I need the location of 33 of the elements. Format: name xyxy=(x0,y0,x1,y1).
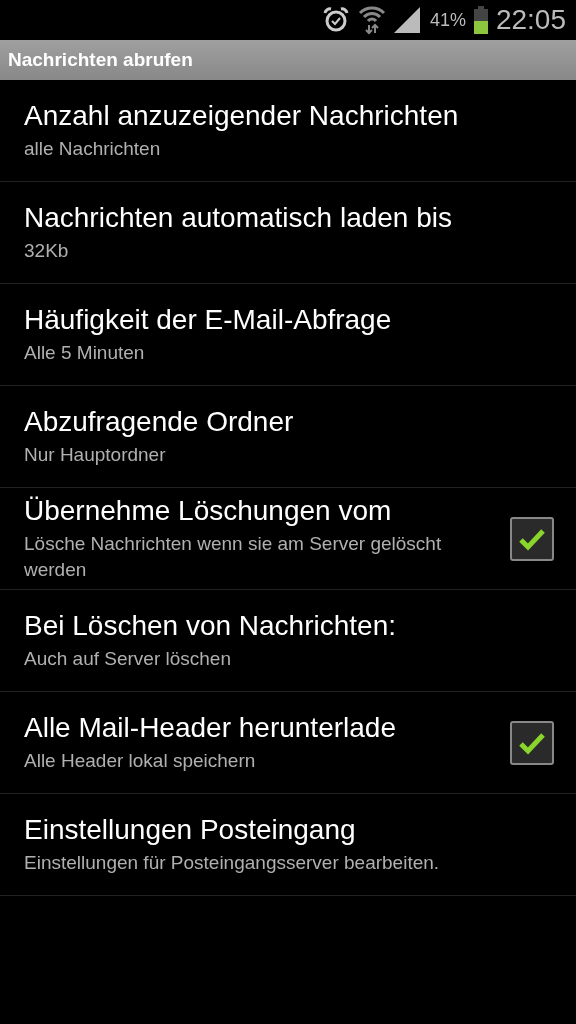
section-header: Nachrichten abrufen xyxy=(0,40,576,80)
setting-title: Alle Mail-Header herunterlade xyxy=(24,711,397,744)
setting-title: Einstellungen Posteingang xyxy=(24,813,357,846)
settings-row[interactable]: Alle Mail-Header herunterlade Alle Header lokal speichern xyxy=(0,692,576,794)
settings-row[interactable]: Übernehme Löschungen vom Lösche Nachrichten wenn sie am Server gelöscht werden xyxy=(0,488,576,590)
settings-row[interactable]: Anzahl anzuzeigender Nachrichten alle Nachrichten xyxy=(0,80,576,182)
settings-row[interactable]: Einstellungen Posteingang Einstellungen für Posteingangsserver bearbeiten. xyxy=(0,794,576,896)
setting-summary: 32Kb xyxy=(24,238,70,263)
settings-row[interactable]: Abzufragende Ordner Nur Hauptordner xyxy=(0,386,576,488)
setting-summary: Lösche Nachrichten wenn sie am Server gelöscht werden xyxy=(24,531,443,582)
setting-title: Bei Löschen von Nachrichten: xyxy=(24,609,397,642)
settings-row[interactable]: Häufigkeit der E-Mail-Abfrage Alle 5 Minuten xyxy=(0,284,576,386)
settings-row[interactable]: Nachrichten automatisch laden bis 32Kb xyxy=(0,182,576,284)
settings-row[interactable]: Bei Löschen von Nachrichten: Auch auf Server löschen xyxy=(0,590,576,692)
setting-title: Übernehme Löschungen vom xyxy=(24,494,393,527)
setting-summary: Nur Hauptordner xyxy=(24,442,167,467)
setting-summary: Auch auf Server löschen xyxy=(24,646,232,671)
battery-percent: 41% xyxy=(429,9,466,31)
signal-icon xyxy=(393,7,422,33)
alarm-clock-icon xyxy=(321,6,350,34)
setting-title: Nachrichten automatisch laden bis xyxy=(24,201,453,234)
setting-summary: Alle 5 Minuten xyxy=(24,340,146,365)
battery-icon xyxy=(473,6,488,34)
setting-title: Häufigkeit der E-Mail-Abfrage xyxy=(24,303,393,336)
checkbox[interactable] xyxy=(510,720,554,765)
setting-title: Anzahl anzuzeigender Nachrichten xyxy=(24,99,460,132)
setting-summary: Einstellungen für Posteingangsserver bearbeiten. xyxy=(24,850,441,875)
checkbox[interactable] xyxy=(510,516,554,561)
wifi-icon xyxy=(357,5,386,35)
setting-summary: Alle Header lokal speichern xyxy=(24,748,257,773)
setting-title: Abzufragende Ordner xyxy=(24,405,295,438)
clock-time: 22:05 xyxy=(495,4,566,36)
setting-summary: alle Nachrichten xyxy=(24,136,162,161)
